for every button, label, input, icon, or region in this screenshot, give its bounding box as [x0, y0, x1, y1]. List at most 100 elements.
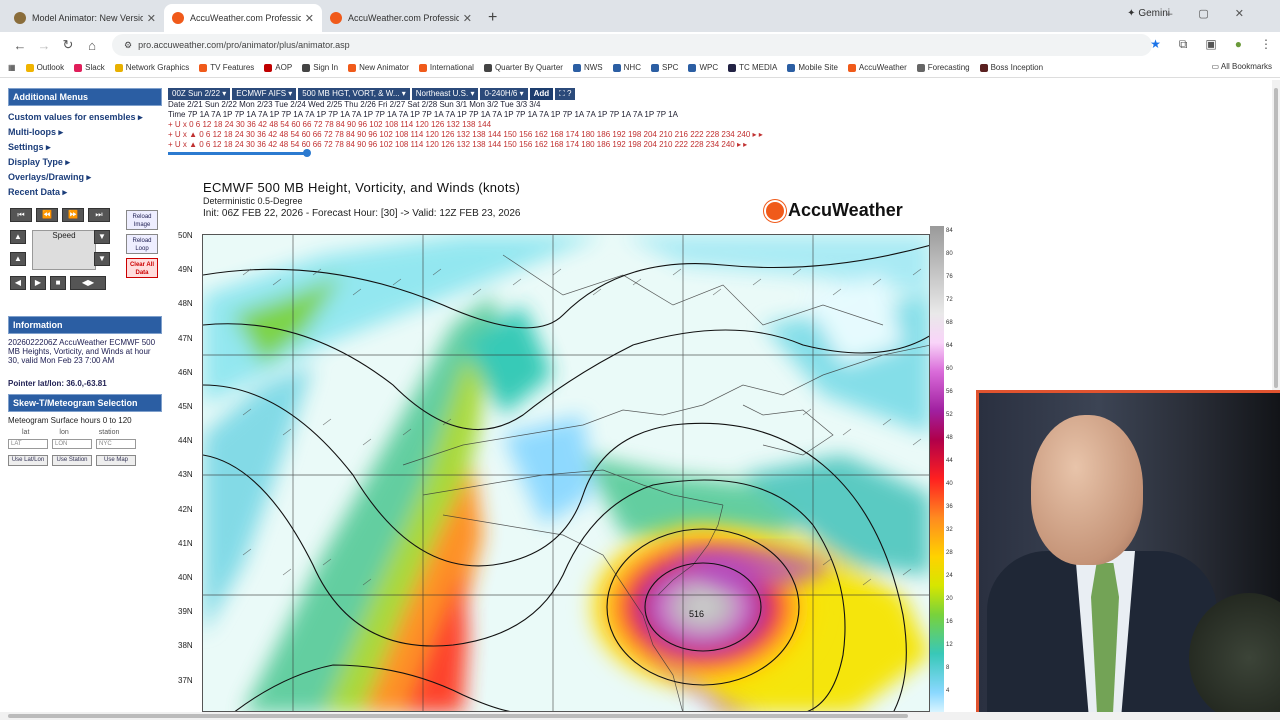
bookmark-item[interactable]: SPC [650, 63, 678, 72]
stop-icon[interactable]: ■ [50, 276, 66, 290]
bookmark-item[interactable]: AccuWeather [847, 63, 907, 72]
increase-speed-icon[interactable]: ▲ [10, 230, 26, 244]
step-back-icon[interactable]: ⏪ [36, 208, 58, 222]
bookmark-item[interactable]: TC MEDIA [728, 63, 777, 72]
region-select[interactable]: Northeast U.S. ▾ [411, 88, 479, 100]
forecast-hour-row-b[interactable]: + U x ▲ 0 6 12 18 24 30 36 42 48 54 60 6… [168, 130, 858, 140]
menu-link-overlays-drawing[interactable]: Overlays/Drawing ▸ [8, 170, 162, 185]
close-tab-icon[interactable]: ✕ [305, 12, 314, 25]
menu-link-multi-loops[interactable]: Multi-loops ▸ [8, 125, 162, 140]
profile-avatar-icon[interactable]: ● [1235, 37, 1242, 52]
lat-input[interactable]: LAT [8, 439, 48, 449]
rock-loop-icon[interactable]: ◀▶ [70, 276, 106, 290]
additional-menus-header[interactable]: Additional Menus [8, 88, 162, 106]
bookmark-item[interactable]: International [418, 63, 474, 72]
browser-tab-strip: Model Animator: New Version ✕ AccuWeathe… [0, 0, 1280, 32]
menu-link-recent-data[interactable]: Recent Data ▸ [8, 185, 162, 200]
forward-arrow-icon[interactable]: → [32, 38, 56, 53]
menu-link-display-type[interactable]: Display Type ▸ [8, 155, 162, 170]
extensions-icon[interactable]: ⧉ [1179, 37, 1188, 52]
speed-slider[interactable]: Speed [32, 230, 96, 270]
sidepanel-icon[interactable]: ▣ [1205, 37, 1216, 52]
bookmark-item[interactable]: NWS [572, 63, 603, 72]
station-input[interactable]: NYC [96, 439, 136, 449]
clear-all-data-button[interactable]: Clear All Data [126, 258, 158, 278]
add-button[interactable]: Add [529, 88, 554, 100]
forecast-hour-row-c[interactable]: + U x ▲ 0 6 12 18 24 30 36 42 48 54 60 6… [168, 140, 858, 150]
bookmark-item[interactable]: TV Features [199, 63, 254, 72]
menu-link-settings[interactable]: Settings ▸ [8, 140, 162, 155]
speed-down-arrow-icon[interactable]: ▼ [94, 252, 110, 266]
bookmark-item[interactable]: Mobile Site [787, 63, 838, 72]
map-graphic: 516 [203, 235, 929, 711]
apps-grid-icon[interactable]: ▦ [8, 63, 16, 72]
bookmark-item[interactable]: Outlook [25, 63, 64, 72]
use-latlon-button[interactable]: Use Lat/Lon [8, 455, 48, 466]
all-bookmarks-link[interactable]: ▭ All Bookmarks [1212, 62, 1272, 71]
vertical-scrollbar[interactable] [1272, 80, 1280, 390]
bookmark-star-icon[interactable]: ★ [1150, 37, 1161, 52]
site-info-icon[interactable]: ⚙ [124, 40, 132, 51]
gemini-button[interactable]: ✦ Gemini [1127, 8, 1170, 19]
use-map-button[interactable]: Use Map [96, 455, 136, 466]
close-window-icon[interactable]: ✕ [1235, 8, 1270, 20]
bookmark-item[interactable]: Sign In [302, 63, 338, 72]
horizontal-scroll-thumb[interactable] [8, 714, 908, 718]
close-tab-icon[interactable]: ✕ [147, 12, 156, 25]
reload-image-button[interactable]: Reload Image [126, 210, 158, 230]
play-icon[interactable]: ▶ [30, 276, 46, 290]
minimize-icon[interactable]: – [1166, 8, 1198, 20]
latitude-label: 38N [178, 641, 193, 651]
bookmark-item[interactable]: Boss Inception [979, 63, 1043, 72]
product-select[interactable]: 500 MB HGT, VORT, & W... ▾ [298, 88, 410, 100]
reload-icon[interactable]: ↻ [56, 37, 80, 53]
model-select[interactable]: ECMWF AIFS ▾ [232, 88, 297, 100]
decrease-speed-icon[interactable]: ▲ [10, 252, 26, 266]
lon-input[interactable]: LON [52, 439, 92, 449]
hours-select[interactable]: 0-240H/6 ▾ [480, 88, 528, 100]
bookmark-item[interactable]: Quarter By Quarter [483, 63, 563, 72]
bookmark-item[interactable]: WPC [688, 63, 718, 72]
reload-loop-button[interactable]: Reload Loop [126, 234, 158, 254]
menu-link-custom-ensembles[interactable]: Custom values for ensembles ▸ [8, 110, 162, 125]
play-reverse-icon[interactable]: ◀ [10, 276, 26, 290]
use-station-button[interactable]: Use Station [52, 455, 92, 466]
tab-label: AccuWeather.com Professional [348, 13, 459, 23]
fullscreen-help-button[interactable]: ⛶ ? [555, 88, 576, 100]
speed-up-arrow-icon[interactable]: ▼ [94, 230, 110, 244]
latitude-label: 44N [178, 436, 193, 446]
tab-accuweather-active[interactable]: AccuWeather.com Professional ✕ [164, 4, 322, 32]
run-date-select[interactable]: 00Z Sun 2/22 ▾ [168, 88, 231, 100]
url-field[interactable]: ⚙ pro.accuweather.com/pro/animator/plus/a… [112, 34, 1152, 56]
horizontal-scrollbar[interactable] [0, 712, 1280, 720]
bookmark-item[interactable]: AOP [264, 63, 292, 72]
map-init-line: Init: 06Z FEB 22, 2026 - Forecast Hour: … [203, 208, 521, 219]
latitude-label: 40N [178, 573, 193, 582]
colorbar-tick: 56 [946, 389, 953, 395]
colorbar-tick: 60 [946, 366, 953, 372]
new-tab-button[interactable]: + [480, 4, 505, 32]
latitude-label: 46N [178, 367, 193, 377]
step-forward-icon[interactable]: ⏩ [62, 208, 84, 222]
bookmark-item[interactable]: Network Graphics [114, 63, 189, 72]
restore-icon[interactable]: ▢ [1198, 8, 1234, 20]
bookmark-favicon-icon [114, 63, 123, 72]
bookmark-favicon-icon [264, 63, 273, 72]
bookmark-item[interactable]: Slack [74, 63, 105, 72]
last-frame-icon[interactable]: ⏭ [88, 208, 110, 222]
window-controls[interactable]: –▢✕ [1166, 7, 1270, 20]
first-frame-icon[interactable]: ⏮ [10, 208, 32, 222]
vertical-scroll-thumb[interactable] [1274, 88, 1278, 388]
menu-kebab-icon[interactable]: ⋮ [1260, 37, 1272, 52]
close-tab-icon[interactable]: ✕ [463, 12, 472, 25]
timeline-slider[interactable] [168, 149, 311, 157]
tab-model-animator[interactable]: Model Animator: New Version ✕ [6, 4, 164, 32]
bookmark-item[interactable]: New Animator [348, 63, 409, 72]
back-arrow-icon[interactable]: ← [8, 38, 32, 53]
bookmark-item[interactable]: Forecasting [916, 63, 970, 72]
bookmark-item[interactable]: NHC [612, 63, 641, 72]
weather-map[interactable]: 516 [202, 234, 930, 712]
forecast-hour-row-a[interactable]: + U x 0 6 12 18 24 30 36 42 48 54 60 66 … [168, 120, 858, 130]
home-icon[interactable]: ⌂ [80, 38, 104, 53]
tab-accuweather[interactable]: AccuWeather.com Professional ✕ [322, 4, 480, 32]
